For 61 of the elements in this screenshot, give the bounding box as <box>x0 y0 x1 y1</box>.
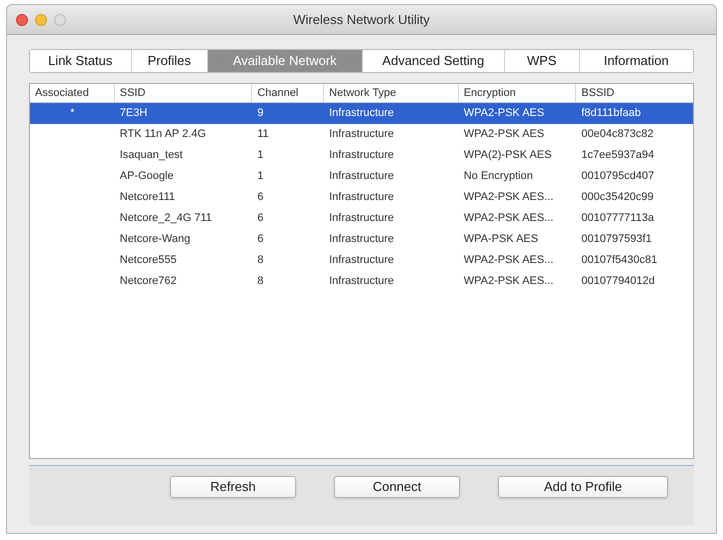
table-cell-text: 8 <box>256 253 264 268</box>
table-cell-text: WPA2-PSK AES <box>462 106 546 122</box>
table-cell-text: 00e04c873c82 <box>580 127 655 142</box>
table-cell-text: 1c7ee5937a94 <box>580 148 656 164</box>
close-button[interactable] <box>16 14 28 26</box>
table-cell-text: Isaquan_test <box>118 148 184 164</box>
table-cell-text: * <box>69 106 76 122</box>
table-cell-text: Infrastructure <box>328 169 395 184</box>
table-cell-text: 0010795cd407 <box>580 169 656 184</box>
table-cell-text: Infrastructure <box>328 253 395 268</box>
table-cell-text: Infrastructure <box>328 106 395 122</box>
column-header[interactable]: Network Type <box>324 84 459 102</box>
minimize-button[interactable] <box>35 14 47 26</box>
table-cell-text: Infrastructure <box>328 274 395 290</box>
table-cell-text: 11 <box>256 127 270 142</box>
table-cell-text: 00107794012d <box>580 274 656 290</box>
table-cell-text: Netcore762 <box>118 274 178 290</box>
push-button[interactable]: Connect <box>334 476 460 498</box>
table-cell-text: Netcore-Wang <box>118 232 192 248</box>
window-title: Wireless Network Utility <box>293 10 430 29</box>
table-cell-text: 6 <box>256 211 264 226</box>
column-header[interactable]: Channel <box>252 84 324 102</box>
table-cell-text: Infrastructure <box>328 127 395 142</box>
table-cell-text: Infrastructure <box>328 190 395 206</box>
table-cell-text: 00107f5430c81 <box>580 253 658 268</box>
table-cell-text: Netcore_2_4G 711 <box>118 211 213 226</box>
table-cell-text: No Encryption <box>462 169 534 184</box>
tab[interactable]: Information <box>578 50 693 72</box>
table-cell-text: 0010797593f1 <box>580 232 653 248</box>
column-header[interactable]: Encryption <box>458 84 576 102</box>
table-cell-text: 6 <box>256 232 264 248</box>
table-cell-text: Infrastructure <box>328 232 395 248</box>
table-cell-text: Infrastructure <box>328 211 395 226</box>
table-cell-text: 1 <box>256 148 264 164</box>
table-cell-text: WPA(2)-PSK AES <box>462 148 553 164</box>
zoom-button[interactable] <box>54 14 66 26</box>
table-cell-text: 8 <box>256 274 264 290</box>
table-cell-text: WPA2-PSK AES... <box>462 211 554 226</box>
table-cell-text: WPA2-PSK AES... <box>462 253 554 268</box>
table-cell-text: 7E3H <box>118 106 148 122</box>
table-cell-text: AP-Google <box>118 169 175 184</box>
column-header[interactable]: BSSID <box>576 84 693 102</box>
table-row[interactable]: * 7E3H 9 Infrastructure WPA2-PSK AES f8d111bfaab <box>30 103 693 124</box>
push-button[interactable]: Add to Profile <box>498 476 668 498</box>
table-cell-text: WPA-PSK AES <box>462 232 540 248</box>
table-cell-text: 00107777113a <box>580 211 655 226</box>
table-cell-text: Netcore555 <box>118 253 178 268</box>
table-cell-text: WPA2-PSK AES... <box>462 274 554 290</box>
table-cell-text: f8d111bfaab <box>580 106 642 122</box>
table-cell-text: 9 <box>256 106 264 122</box>
table-cell-text: Netcore111 <box>118 190 176 206</box>
column-header[interactable]: Associated <box>30 84 115 102</box>
table-cell-text: 000c35420c99 <box>580 190 655 206</box>
table-cell-text: WPA2-PSK AES <box>462 127 546 142</box>
table-cell-text: Infrastructure <box>328 148 395 164</box>
table-cell-text: RTK 11n AP 2.4G <box>118 127 207 142</box>
table-cell-text: 6 <box>256 190 264 206</box>
table-cell-text: WPA2-PSK AES... <box>462 190 554 206</box>
table-cell-text: 1 <box>256 169 264 184</box>
push-button[interactable]: Refresh <box>170 476 296 498</box>
column-header[interactable]: SSID <box>114 84 252 102</box>
